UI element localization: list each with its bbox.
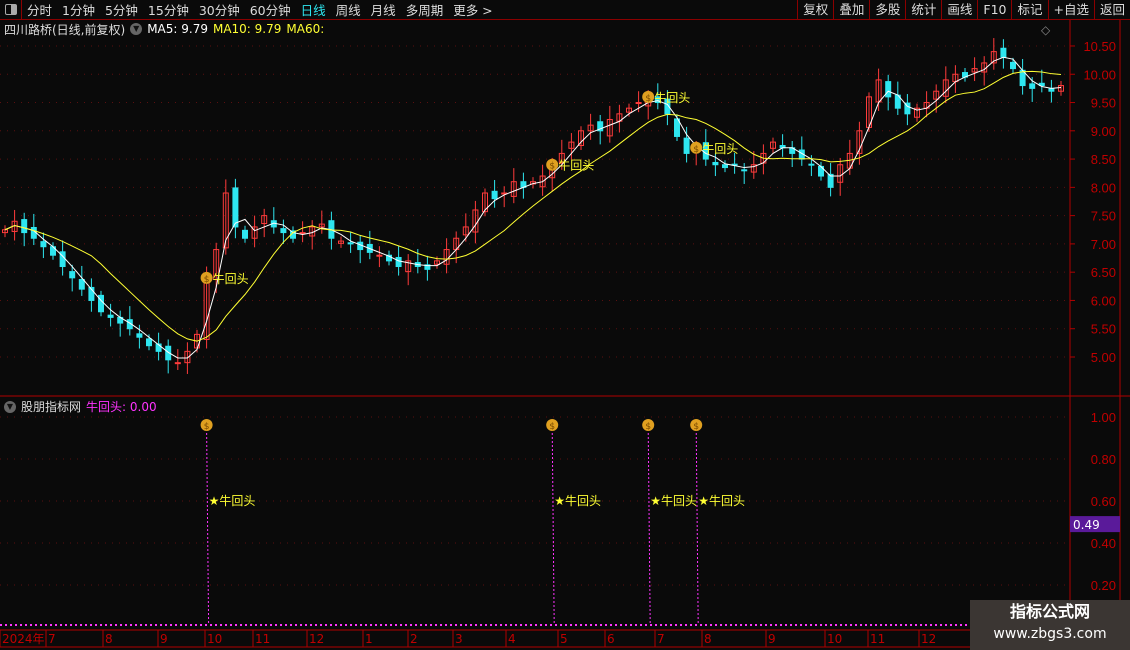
date-label: 4 (508, 632, 516, 646)
date-label: 6 (607, 632, 615, 646)
indicator-tick-label: 0.80 (1091, 452, 1116, 467)
date-label: 10 (827, 632, 842, 646)
date-label: 11 (870, 632, 885, 646)
date-label: 1 (365, 632, 373, 646)
candle-down (683, 137, 690, 154)
price-tick-label: 5.50 (1091, 322, 1116, 337)
candle-down (232, 187, 239, 228)
candle-up (174, 362, 181, 365)
price-tick-label: 9.00 (1091, 124, 1116, 139)
indicator-tick-label: 0.40 (1091, 536, 1116, 551)
date-label: 5 (560, 632, 568, 646)
money-bag-icon: $ (645, 422, 651, 432)
indicator-tick-label: 0.60 (1091, 494, 1116, 509)
price-tick-label: 6.50 (1091, 265, 1116, 280)
kline-chart[interactable]: 10.50 10.00 9.50 9.00 8.50 8.00 7.50 7.00 6.50 6.… (0, 0, 1130, 650)
candle-down (136, 333, 143, 338)
price-tick-label: 8.50 (1091, 152, 1116, 167)
candle-down (741, 169, 748, 172)
signal-line (647, 428, 651, 626)
date-label: 8 (704, 632, 712, 646)
money-bag-icon: $ (693, 145, 699, 155)
chevron-down-icon[interactable]: ▼ (4, 400, 16, 413)
price-tick-label: 5.00 (1091, 350, 1116, 365)
price-tick-label: 9.50 (1091, 96, 1116, 111)
candle-down (1048, 88, 1055, 92)
watermark-url: www.zbgs3.com (993, 626, 1107, 642)
price-tick-label: 6.00 (1091, 293, 1116, 308)
signal-star-label: ★牛回头 (209, 493, 256, 508)
price-tick-label: 10.50 (1083, 39, 1116, 54)
signal-line (551, 428, 555, 626)
date-label: 7 (657, 632, 665, 646)
money-bag-icon: $ (693, 422, 699, 432)
date-label: 9 (768, 632, 776, 646)
candle-down (491, 190, 498, 200)
candle-up (635, 102, 642, 105)
candle-down (722, 164, 728, 169)
candle-down (242, 229, 248, 239)
date-label: 7 (48, 632, 56, 646)
indicator-tick-label: 1.00 (1091, 410, 1116, 425)
candle-down (1029, 83, 1036, 89)
indicator-value: 牛回头: 0.00 (86, 400, 157, 414)
signal-label: 牛回头 (702, 141, 738, 156)
candle-down (280, 228, 287, 234)
money-bag-icon: $ (549, 422, 555, 432)
signal-star-label: ★牛回头 (698, 493, 745, 508)
date-label: 10 (207, 632, 222, 646)
date-label: 8 (105, 632, 113, 646)
candle-up (299, 232, 306, 235)
price-tick-label: 7.50 (1091, 209, 1116, 224)
price-tick-label: 8.00 (1091, 180, 1116, 195)
candle-up (376, 254, 383, 257)
signal-star-label: ★牛回头 (554, 493, 601, 508)
candle-down (1000, 47, 1007, 58)
date-label: 12 (921, 632, 936, 646)
candle-down (40, 241, 47, 248)
date-label: 12 (309, 632, 324, 646)
indicator-name: 股朋指标网 (21, 400, 82, 414)
candle-down (395, 256, 402, 268)
signal-star-label: ★牛回头 (650, 493, 697, 508)
indicator-tick-label: 0.20 (1091, 578, 1116, 593)
signal-label: 牛回头 (654, 90, 690, 105)
candle-down (885, 81, 892, 98)
indicator-header: ▼ 股朋指标网 牛回头: 0.00 (4, 398, 157, 415)
candle-down (78, 279, 85, 290)
candle-down (1010, 61, 1016, 70)
date-label: 3 (455, 632, 463, 646)
candle-down (347, 242, 354, 245)
money-bag-icon: $ (204, 422, 210, 432)
candle-down (146, 338, 152, 347)
signal-label: 牛回头 (213, 271, 249, 286)
candle-down (808, 163, 815, 166)
candle-down (107, 314, 114, 318)
money-bag-icon: $ (204, 275, 210, 285)
watermark-title: 指标公式网 (1009, 602, 1090, 621)
signal-line (206, 428, 210, 626)
watermark: 指标公式网 www.zbgs3.com (970, 600, 1130, 650)
candle-down (712, 161, 719, 166)
money-bag-icon: $ (549, 162, 555, 172)
price-tick-label: 7.00 (1091, 237, 1116, 252)
signal-label: 牛回头 (558, 158, 594, 173)
candle-down (21, 219, 28, 234)
date-label: 2024年 (2, 632, 45, 646)
date-label: 9 (160, 632, 168, 646)
date-label: 2 (410, 632, 418, 646)
diamond-icon: ◇ (1041, 23, 1051, 37)
price-tick-label: 10.00 (1083, 67, 1116, 82)
candle-down (69, 271, 76, 279)
money-bag-icon: $ (645, 94, 651, 104)
date-label: 11 (255, 632, 270, 646)
signal-line (695, 428, 699, 626)
current-value-label: 0.49 (1073, 518, 1100, 532)
